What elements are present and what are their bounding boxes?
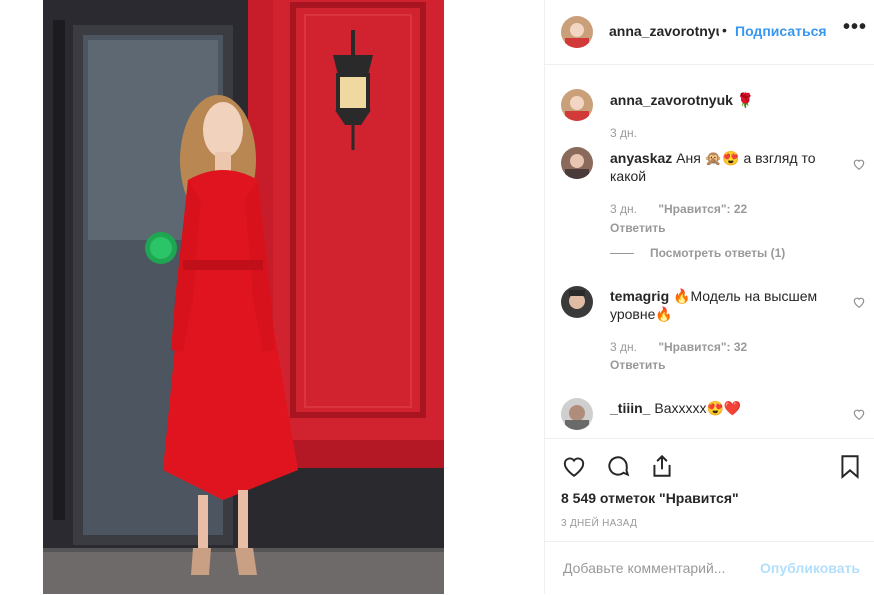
author-avatar[interactable] xyxy=(561,16,593,48)
reply-button[interactable]: Ответить xyxy=(610,221,665,235)
comment-text: anna_zavorotnyuk 🌹 xyxy=(610,91,842,109)
post-side-panel: anna_zavorotnyuk • Подписаться ••• anna_… xyxy=(544,0,874,594)
commenter-avatar[interactable] xyxy=(561,147,593,179)
comment-body: 🌹 xyxy=(736,92,755,108)
likes-count[interactable]: 8 549 отметок "Нравится" xyxy=(561,490,739,506)
commenter-avatar[interactable] xyxy=(561,286,593,318)
comment-username[interactable]: temagrig xyxy=(610,288,669,304)
follow-button[interactable]: Подписаться xyxy=(735,23,827,39)
comment-text: _tiiin_ Вахxxxx😍❤️ xyxy=(610,399,842,417)
comment-composer: Опубликовать xyxy=(545,541,874,595)
comment-time[interactable]: 3 дн. xyxy=(610,202,637,216)
comment-likes[interactable]: "Нравится": 32 xyxy=(658,340,747,354)
comment-icon[interactable] xyxy=(605,453,631,479)
comment-text: temagrig 🔥Модель на высшем уровне🔥 xyxy=(610,287,842,323)
commenter-avatar[interactable] xyxy=(561,398,593,430)
comment-meta: 3 дн. "Нравится": 22 xyxy=(610,202,747,216)
comment-time[interactable]: 3 дн. xyxy=(610,340,637,354)
comment-username[interactable]: _tiiin_ xyxy=(610,400,650,416)
comments-list: anna_zavorotnyuk 🌹 3 дн. anyaskaz Аня 🙊😍… xyxy=(545,65,874,438)
view-replies-button[interactable]: Посмотреть ответы (1) xyxy=(610,246,785,260)
reply-button[interactable]: Ответить xyxy=(610,358,665,372)
comment-likes[interactable]: "Нравится": 22 xyxy=(658,202,747,216)
post-photo[interactable] xyxy=(43,0,444,594)
commenter-avatar[interactable] xyxy=(561,89,593,121)
comment-like-heart-icon[interactable] xyxy=(852,157,866,171)
comment-like-heart-icon[interactable] xyxy=(852,407,866,421)
comment-meta: 3 дн. "Нравится": 32 xyxy=(610,340,747,354)
publish-button[interactable]: Опубликовать xyxy=(760,560,860,576)
comment-body: Вахxxxx😍❤️ xyxy=(654,400,742,416)
author-username[interactable]: anna_zavorotnyuk xyxy=(609,23,719,39)
comment-text: anyaskaz Аня 🙊😍 а взгляд то какой xyxy=(610,149,842,185)
share-icon[interactable] xyxy=(649,453,675,479)
photo-illustration xyxy=(43,0,444,594)
post-header: anna_zavorotnyuk • Подписаться ••• xyxy=(545,0,874,65)
comment-meta: 3 дн. xyxy=(610,126,637,140)
replies-divider xyxy=(610,253,634,255)
comment-input[interactable] xyxy=(561,559,745,577)
comment-time[interactable]: 3 дн. xyxy=(610,126,637,140)
comment-like-heart-icon[interactable] xyxy=(852,295,866,309)
comment-username[interactable]: anyaskaz xyxy=(610,150,672,166)
bookmark-icon[interactable] xyxy=(837,453,863,479)
more-icon[interactable]: ••• xyxy=(843,16,867,39)
post-media-area xyxy=(0,0,544,594)
heart-icon[interactable] xyxy=(561,453,587,479)
view-replies-label: Посмотреть ответы (1) xyxy=(650,246,786,260)
comment-username[interactable]: anna_zavorotnyuk xyxy=(610,92,733,108)
post-timestamp[interactable]: 3 ДНЕЙ НАЗАД xyxy=(561,518,637,529)
header-separator: • xyxy=(722,22,727,38)
